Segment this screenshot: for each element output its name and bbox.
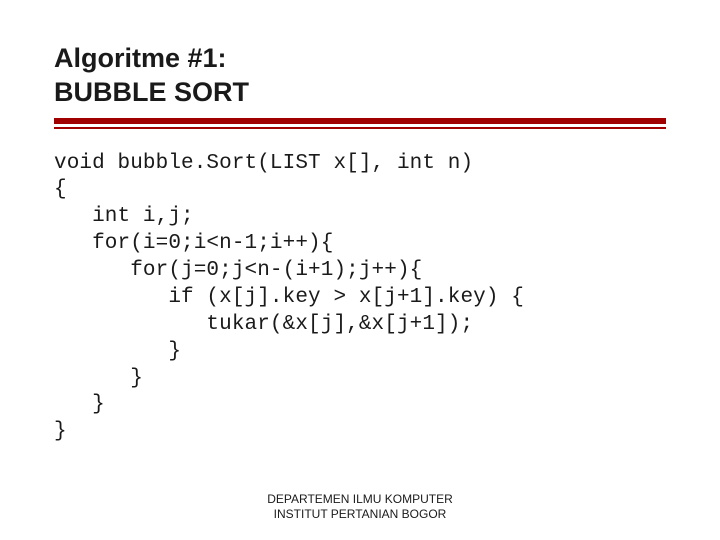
slide: Algoritme #1: BUBBLE SORT void bubble.So… [0,0,720,446]
title-rule-thick [54,118,666,124]
slide-title: Algoritme #1: BUBBLE SORT [54,42,666,110]
footer: DEPARTEMEN ILMU KOMPUTER INSTITUT PERTAN… [0,492,720,522]
title-line-1: Algoritme #1: [54,43,227,73]
title-rule-thin [54,127,666,129]
footer-line-1: DEPARTEMEN ILMU KOMPUTER [267,492,453,506]
title-line-2: BUBBLE SORT [54,77,249,107]
footer-line-2: INSTITUT PERTANIAN BOGOR [274,507,447,521]
code-block: void bubble.Sort(LIST x[], int n) { int … [54,151,666,447]
